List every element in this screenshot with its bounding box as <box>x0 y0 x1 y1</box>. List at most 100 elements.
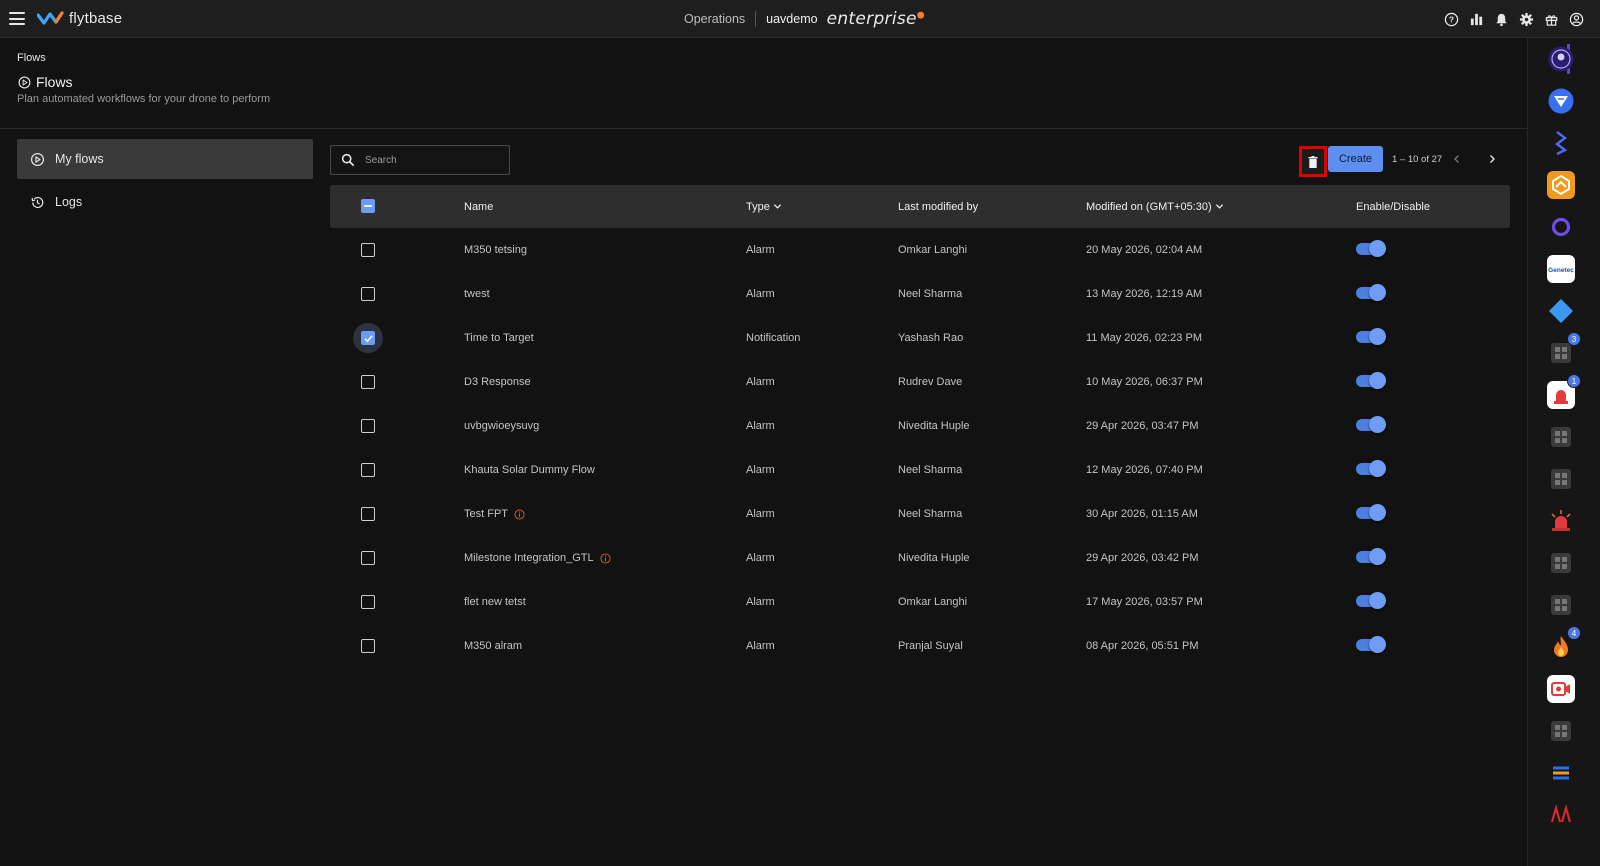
rail-app-ring[interactable] <box>1547 213 1575 241</box>
flow-name-cell[interactable]: Time to Target <box>464 316 534 360</box>
rail-app-drone-hub[interactable] <box>1547 45 1575 73</box>
rail-app-integration-1[interactable]: 3 <box>1547 332 1581 367</box>
flow-name: Time to Target <box>464 332 534 344</box>
create-button[interactable]: Create <box>1328 146 1383 172</box>
enable-toggle[interactable] <box>1356 284 1386 301</box>
flow-name-cell[interactable]: flet new tetst <box>464 580 526 624</box>
flow-name-cell[interactable]: Test FPT <box>464 492 525 536</box>
rail-app-genetec[interactable]: Genetec <box>1547 255 1575 283</box>
table-row[interactable]: uvbgwioeysuvg Alarm Nivedita Huple 29 Apr 2… <box>330 404 1510 448</box>
next-page-button[interactable] <box>1485 152 1499 166</box>
flow-name-cell[interactable]: twest <box>464 272 490 316</box>
info-icon[interactable] <box>600 552 611 564</box>
rail-app-integration-2[interactable] <box>1547 423 1575 451</box>
rail-app-diamond[interactable] <box>1547 297 1575 325</box>
row-checkbox[interactable] <box>361 639 375 653</box>
enable-toggle[interactable] <box>1356 504 1386 521</box>
sidebar-item-my-flows[interactable]: My flows <box>17 139 313 179</box>
history-icon <box>31 196 44 208</box>
logo-text: flytbase <box>69 9 123 27</box>
last-modified-by: Yashash Rao <box>898 332 964 344</box>
rail-app-dna[interactable] <box>1547 129 1575 157</box>
organization-name[interactable]: uavdemo <box>766 12 817 26</box>
table-row[interactable]: Khauta Solar Dummy Flow Alarm Neel Sharma 1… <box>330 448 1510 492</box>
row-checkbox[interactable] <box>361 507 375 521</box>
delete-button[interactable] <box>1299 146 1327 177</box>
enable-toggle[interactable] <box>1356 328 1386 345</box>
analytics-icon[interactable] <box>1469 12 1484 27</box>
table-row[interactable]: Time to Target Notification Yashash Rao 11 … <box>330 316 1510 360</box>
rail-app-red-logo[interactable] <box>1547 801 1575 829</box>
enable-toggle[interactable] <box>1356 548 1386 565</box>
flow-type: Alarm <box>746 552 775 564</box>
rail-app-alarm[interactable]: 1 <box>1547 374 1581 409</box>
rail-app-telegram[interactable] <box>1547 87 1575 115</box>
flow-name-cell[interactable]: D3 Response <box>464 360 531 404</box>
enable-toggle[interactable] <box>1356 240 1386 257</box>
row-checkbox[interactable] <box>361 243 375 257</box>
previous-page-button[interactable] <box>1450 152 1464 166</box>
rail-app-integration-3[interactable] <box>1547 465 1575 493</box>
table-row[interactable]: twest Alarm Neel Sharma 13 May 2026, 12:19 … <box>330 272 1510 316</box>
enable-toggle[interactable] <box>1356 416 1386 433</box>
rail-app-fire[interactable]: 4 <box>1547 626 1581 661</box>
breadcrumb[interactable]: Flows <box>17 52 46 64</box>
column-header-enable-disable: Enable/Disable <box>1356 200 1430 213</box>
table-row[interactable]: flet new tetst Alarm Omkar Langhi 17 May 20… <box>330 580 1510 624</box>
column-header-modified-on[interactable]: Modified on (GMT+05:30) <box>1086 185 1224 228</box>
flow-name-cell[interactable]: M350 tetsing <box>464 228 527 272</box>
table-row[interactable]: M350 alram Alarm Pranjal Suyal 08 Apr 2026,… <box>330 624 1510 668</box>
rail-app-integration-5[interactable] <box>1547 591 1575 619</box>
table-row[interactable]: Test FPT Alarm Neel Sharma 30 Apr 2026, 01:… <box>330 492 1510 536</box>
last-modified-by: Neel Sharma <box>898 288 963 300</box>
rail-app-video-record[interactable] <box>1547 675 1575 703</box>
column-header-name[interactable]: Name <box>464 185 493 228</box>
flow-name-cell[interactable]: uvbgwioeysuvg <box>464 404 539 448</box>
app-badge: 4 <box>1567 626 1581 640</box>
rail-app-stripes[interactable] <box>1547 759 1575 787</box>
flytbase-logo-icon <box>37 11 64 25</box>
sidebar-item-label: My flows <box>55 152 104 166</box>
row-checkbox[interactable] <box>361 463 375 477</box>
flytbase-logo[interactable]: flytbase <box>37 9 122 27</box>
table-row[interactable]: M350 tetsing Alarm Omkar Langhi 20 May 2026… <box>330 228 1510 272</box>
gift-icon[interactable] <box>1544 12 1559 27</box>
flow-name-cell[interactable]: M350 alram <box>464 624 522 668</box>
sidebar-item-logs[interactable]: Logs <box>17 182 313 222</box>
column-header-type[interactable]: Type <box>746 185 782 228</box>
table-row[interactable]: Milestone Integration_GTL Alarm Nivedita H… <box>330 536 1510 580</box>
enable-toggle[interactable] <box>1356 592 1386 609</box>
rail-app-integration-6[interactable] <box>1547 717 1575 745</box>
enable-toggle[interactable] <box>1356 636 1386 653</box>
flow-name: M350 tetsing <box>464 244 527 256</box>
modified-on: 11 May 2026, 02:23 PM <box>1086 332 1202 344</box>
row-checkbox[interactable] <box>361 331 375 345</box>
table-row[interactable]: D3 Response Alarm Rudrev Dave 10 May 2026, … <box>330 360 1510 404</box>
row-checkbox[interactable] <box>361 287 375 301</box>
column-header-last-modified-by[interactable]: Last modified by <box>898 185 978 228</box>
flows-icon <box>30 152 45 166</box>
section-label[interactable]: Operations <box>684 12 745 26</box>
flow-name-cell[interactable]: Milestone Integration_GTL <box>464 536 611 580</box>
checkmark-icon <box>363 334 373 342</box>
account-icon[interactable] <box>1569 12 1584 27</box>
help-icon[interactable]: ? <box>1444 12 1459 27</box>
row-checkbox[interactable] <box>361 595 375 609</box>
search-box <box>330 145 510 175</box>
row-checkbox[interactable] <box>361 375 375 389</box>
modified-on: 12 May 2026, 07:40 PM <box>1086 464 1203 476</box>
hamburger-menu-icon[interactable] <box>9 12 25 25</box>
settings-gear-icon[interactable] <box>1519 12 1534 27</box>
row-checkbox[interactable] <box>361 419 375 433</box>
flow-name-cell[interactable]: Khauta Solar Dummy Flow <box>464 448 595 492</box>
search-input[interactable] <box>365 154 495 166</box>
select-all-checkbox[interactable] <box>361 199 375 213</box>
enable-toggle[interactable] <box>1356 372 1386 389</box>
enable-toggle[interactable] <box>1356 460 1386 477</box>
row-checkbox[interactable] <box>361 551 375 565</box>
rail-app-integration-4[interactable] <box>1547 549 1575 577</box>
notification-bell-icon[interactable] <box>1494 12 1509 27</box>
rail-app-orange-hex[interactable] <box>1547 171 1575 199</box>
rail-app-siren[interactable] <box>1547 507 1575 535</box>
info-icon[interactable] <box>514 508 525 520</box>
